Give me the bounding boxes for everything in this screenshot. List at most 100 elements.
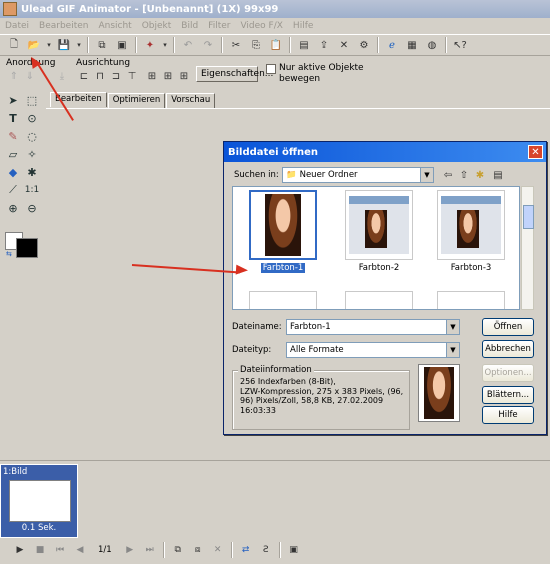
add-video-icon[interactable]: ▣: [114, 37, 130, 53]
zoom-out-icon[interactable]: ⊖: [24, 200, 40, 216]
tab-optimieren[interactable]: Optimieren: [107, 93, 166, 108]
delete-frame-icon[interactable]: ✕: [211, 543, 225, 557]
frame-properties-icon[interactable]: ▣: [287, 543, 301, 557]
align-right-icon[interactable]: ⊐: [108, 68, 124, 84]
open-button[interactable]: Öffnen: [482, 318, 534, 336]
frame-thumbnail[interactable]: 1:Bild 0.1 Sek.: [0, 464, 78, 538]
filename-field[interactable]: Farbton-1 ▼: [286, 319, 460, 335]
arrow-down-icon[interactable]: ⇓: [22, 68, 38, 84]
eyedropper-tool-icon[interactable]: ⟋: [5, 182, 21, 198]
cut-icon[interactable]: ✂: [228, 37, 244, 53]
frame-delay[interactable]: 0.1 Sek.: [1, 523, 77, 533]
add-images-icon[interactable]: ⧉: [94, 37, 110, 53]
stop-icon[interactable]: ■: [33, 543, 47, 557]
thumbnail-label[interactable]: Farbton-2: [345, 263, 413, 273]
text-banner-icon[interactable]: Ƨ: [259, 543, 273, 557]
menu-bild[interactable]: Bild: [176, 21, 203, 31]
chevron-down-icon[interactable]: ▼: [420, 168, 433, 182]
foreground-color-swatch[interactable]: [16, 238, 38, 258]
pointer-tool-icon[interactable]: ➤: [5, 92, 21, 108]
redo-icon[interactable]: ↷: [200, 37, 216, 53]
new-file-icon[interactable]: 🗋: [6, 37, 22, 53]
up-folder-icon[interactable]: ⇧: [456, 167, 472, 183]
properties-button[interactable]: Eigenschaften...: [196, 66, 273, 82]
help-button[interactable]: Hilfe: [482, 406, 534, 424]
fill-tool-icon[interactable]: ◆: [5, 164, 21, 180]
thumbnail-farbton-3[interactable]: [437, 190, 505, 260]
add-frame-icon[interactable]: ⧉: [171, 543, 185, 557]
delete-icon[interactable]: ✕: [336, 37, 352, 53]
save-icon[interactable]: 💾: [56, 37, 72, 53]
thumbnail-label[interactable]: Farbton-1: [249, 262, 317, 274]
new-folder-icon[interactable]: ✱: [472, 167, 488, 183]
transform-tool-icon[interactable]: ⊙: [24, 110, 40, 126]
align-middle-icon[interactable]: ⊞: [144, 68, 160, 84]
filetype-dropdown[interactable]: Alle Formate ▼: [286, 342, 460, 358]
align-left-icon[interactable]: ⊏: [76, 68, 92, 84]
preview-icon[interactable]: ▦: [404, 37, 420, 53]
align-center-both-icon[interactable]: ⊞: [176, 68, 192, 84]
copy-icon[interactable]: ⎘: [248, 37, 264, 53]
menu-hilfe[interactable]: Hilfe: [288, 21, 318, 31]
arrow-up-icon[interactable]: ⇑: [6, 68, 22, 84]
optimize-icon[interactable]: ⚙: [356, 37, 372, 53]
eraser-tool-icon[interactable]: ▱: [5, 146, 21, 162]
last-frame-icon[interactable]: ⏭: [143, 543, 157, 557]
tab-vorschau[interactable]: Vorschau: [166, 93, 216, 108]
frame-icon[interactable]: ▤: [296, 37, 312, 53]
send-back-icon[interactable]: ⤓: [54, 68, 70, 84]
web-icon[interactable]: ◍: [424, 37, 440, 53]
tween-icon[interactable]: ⇄: [239, 543, 253, 557]
menu-video-fx[interactable]: Video F/X: [235, 21, 287, 31]
view-menu-icon[interactable]: ▤: [490, 167, 506, 183]
dropdown-arrow-icon[interactable]: ▾: [46, 37, 52, 53]
first-frame-icon[interactable]: ⏮: [53, 543, 67, 557]
align-top-icon[interactable]: ⊤: [124, 68, 140, 84]
file-thumbnail-list[interactable]: Farbton-1 Farbton-2 Farbton-3: [232, 186, 520, 310]
thumbnail-farbton-1[interactable]: [249, 190, 317, 260]
previous-frame-icon[interactable]: ◀: [73, 543, 87, 557]
cancel-button[interactable]: Abbrechen: [482, 340, 534, 358]
duplicate-frame-icon[interactable]: ⧈: [191, 543, 205, 557]
align-center-icon[interactable]: ⊓: [92, 68, 108, 84]
play-icon[interactable]: ▶: [13, 543, 27, 557]
help-pointer-icon[interactable]: ↖?: [452, 37, 468, 53]
magic-wand-tool-icon[interactable]: ✧: [24, 146, 40, 162]
thumbnail-label[interactable]: Farbton-3: [437, 263, 505, 273]
menu-bearbeiten[interactable]: Bearbeiten: [34, 21, 93, 31]
scrollbar-thumb[interactable]: [523, 205, 534, 229]
menu-filter[interactable]: Filter: [203, 21, 235, 31]
wizard-icon[interactable]: ✦: [142, 37, 158, 53]
dropdown-arrow-icon[interactable]: ▾: [162, 37, 168, 53]
brush-tool-icon[interactable]: ✎: [5, 128, 21, 144]
menu-datei[interactable]: Datei: [0, 21, 34, 31]
thumbnail-partial[interactable]: [249, 291, 317, 309]
thumbnail-farbton-2[interactable]: [345, 190, 413, 260]
align-bottom-icon[interactable]: ⊞: [160, 68, 176, 84]
menu-objekt[interactable]: Objekt: [137, 21, 177, 31]
paste-icon[interactable]: 📋: [268, 37, 284, 53]
thumbnail-scrollbar[interactable]: [521, 186, 534, 310]
zoom-in-icon[interactable]: ⊕: [5, 200, 21, 216]
lookin-dropdown[interactable]: 📁 Neuer Ordner ▼: [282, 167, 434, 183]
thumbnail-partial[interactable]: [437, 291, 505, 309]
back-icon[interactable]: ⇦: [440, 167, 456, 183]
dropdown-arrow-icon[interactable]: ▾: [76, 37, 82, 53]
chevron-down-icon[interactable]: ▼: [446, 343, 459, 357]
next-frame-icon[interactable]: ▶: [123, 543, 137, 557]
only-active-objects-checkbox[interactable]: [266, 64, 276, 74]
undo-icon[interactable]: ↶: [180, 37, 196, 53]
browse-button[interactable]: Blättern...: [482, 386, 534, 404]
clone-tool-icon[interactable]: ✱: [24, 164, 40, 180]
open-file-icon[interactable]: 📂: [26, 37, 42, 53]
menu-ansicht[interactable]: Ansicht: [93, 21, 136, 31]
options-button[interactable]: Optionen...: [482, 364, 534, 382]
swap-colors-icon[interactable]: ⇆: [6, 250, 12, 258]
text-tool-icon[interactable]: T: [5, 110, 21, 126]
chevron-down-icon[interactable]: ▼: [446, 320, 459, 334]
export-icon[interactable]: ⇪: [316, 37, 332, 53]
close-icon[interactable]: ✕: [528, 145, 543, 159]
thumbnail-partial[interactable]: [345, 291, 413, 309]
browser-preview-icon[interactable]: ℯ: [384, 37, 400, 53]
actual-size-icon[interactable]: 1:1: [24, 182, 40, 198]
